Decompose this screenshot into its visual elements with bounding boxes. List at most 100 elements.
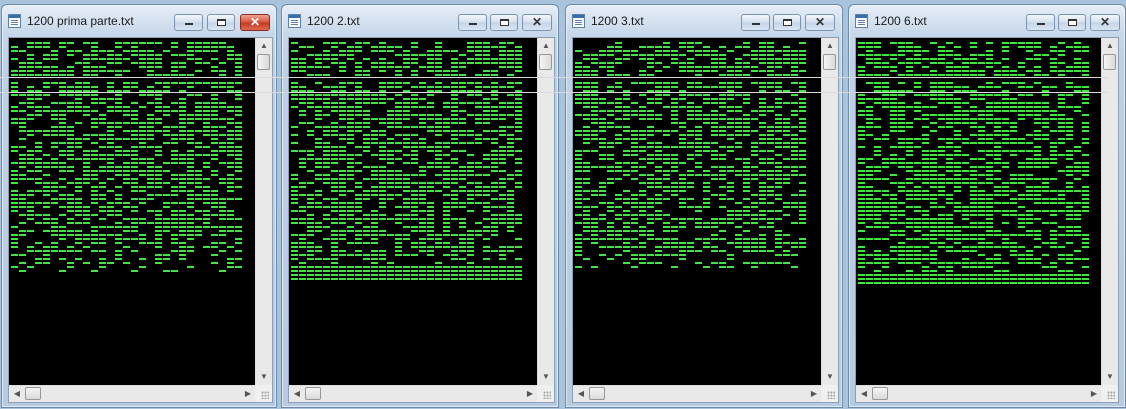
text-glyph	[163, 130, 170, 132]
text-glyph	[507, 246, 514, 248]
horizontal-scrollbar[interactable]: ◀ ▶	[573, 385, 822, 402]
text-glyph	[123, 130, 130, 132]
text-glyph	[663, 66, 670, 68]
text-glyph	[599, 146, 606, 148]
notepad-icon[interactable]	[288, 14, 301, 28]
horizontal-scrollbar[interactable]: ◀ ▶	[9, 385, 256, 402]
arrow-right-icon[interactable]: ▶	[806, 386, 822, 402]
arrow-left-icon[interactable]: ◀	[573, 386, 589, 402]
vertical-scroll-thumb[interactable]	[823, 54, 836, 70]
text-glyph	[687, 246, 694, 248]
text-glyph	[179, 130, 186, 132]
text-glyph	[631, 114, 638, 116]
notepad-icon[interactable]	[572, 14, 585, 28]
vertical-scrollbar[interactable]: ▲ ▼	[255, 38, 272, 385]
text-glyph	[347, 114, 354, 116]
arrow-up-icon[interactable]: ▲	[538, 38, 554, 54]
notepad-icon[interactable]	[855, 14, 868, 28]
arrow-down-icon[interactable]: ▼	[822, 369, 838, 385]
horizontal-scroll-thumb[interactable]	[589, 387, 605, 400]
arrow-up-icon[interactable]: ▲	[256, 38, 272, 54]
text-glyph	[331, 106, 338, 108]
text-glyph	[583, 222, 590, 224]
resize-grip[interactable]	[537, 385, 554, 402]
close-icon: ✕	[531, 15, 543, 29]
maximize-button[interactable]	[773, 14, 801, 31]
arrow-left-icon[interactable]: ◀	[289, 386, 305, 402]
text-glyph	[371, 170, 378, 172]
close-button[interactable]: ✕	[1090, 14, 1120, 31]
text-glyph	[219, 198, 226, 200]
horizontal-scroll-thumb[interactable]	[872, 387, 888, 400]
arrow-up-icon[interactable]: ▲	[1102, 38, 1118, 54]
resize-grip[interactable]	[821, 385, 838, 402]
text-glyph	[371, 222, 378, 224]
text-glyph	[946, 170, 953, 172]
notepad-window-1[interactable]: 1200 prima parte.txt ✕ ▲ ▼ ◀ ▶	[1, 4, 277, 408]
title-bar[interactable]: 1200 prima parte.txt ✕	[2, 5, 276, 37]
text-glyph	[235, 242, 242, 244]
minimize-button[interactable]	[741, 14, 770, 31]
vertical-scrollbar[interactable]: ▲ ▼	[1101, 38, 1118, 385]
text-content[interactable]	[9, 38, 255, 385]
maximize-button[interactable]	[1058, 14, 1086, 31]
editor-area[interactable]: ▲ ▼ ◀ ▶	[8, 37, 273, 403]
text-glyph	[427, 230, 434, 232]
arrow-down-icon[interactable]: ▼	[1102, 369, 1118, 385]
minimize-button[interactable]	[1026, 14, 1055, 31]
vertical-scroll-thumb[interactable]	[539, 54, 552, 70]
horizontal-scroll-thumb[interactable]	[305, 387, 321, 400]
maximize-button[interactable]	[207, 14, 235, 31]
notepad-window-3[interactable]: 1200 3.txt ✕ ▲ ▼ ◀ ▶	[565, 4, 843, 408]
notepad-window-2[interactable]: 1200 2.txt ✕ ▲ ▼ ◀ ▶	[281, 4, 559, 408]
arrow-right-icon[interactable]: ▶	[1086, 386, 1102, 402]
horizontal-scrollbar[interactable]: ◀ ▶	[289, 385, 538, 402]
close-button[interactable]: ✕	[805, 14, 835, 31]
editor-area[interactable]: ▲ ▼ ◀ ▶	[855, 37, 1119, 403]
text-glyph	[946, 202, 953, 204]
minimize-button[interactable]	[458, 14, 487, 31]
resize-grip[interactable]	[1101, 385, 1118, 402]
close-button[interactable]: ✕	[240, 14, 270, 31]
arrow-right-icon[interactable]: ▶	[522, 386, 538, 402]
text-glyph	[43, 206, 50, 208]
text-glyph	[459, 118, 466, 120]
close-button[interactable]: ✕	[522, 14, 552, 31]
resize-grip[interactable]	[255, 385, 272, 402]
text-glyph	[679, 202, 686, 204]
text-glyph	[639, 230, 646, 232]
title-bar[interactable]: 1200 6.txt ✕	[849, 5, 1125, 37]
notepad-icon[interactable]	[8, 14, 21, 28]
arrow-down-icon[interactable]: ▼	[256, 369, 272, 385]
arrow-down-icon[interactable]: ▼	[538, 369, 554, 385]
title-bar[interactable]: 1200 3.txt ✕	[566, 5, 842, 37]
minimize-button[interactable]	[174, 14, 203, 31]
text-glyph	[783, 62, 790, 64]
text-glyph	[451, 130, 458, 132]
editor-area[interactable]: ▲ ▼ ◀ ▶	[572, 37, 839, 403]
vertical-scroll-thumb[interactable]	[1103, 54, 1116, 70]
text-glyph	[427, 206, 434, 208]
vertical-scrollbar[interactable]: ▲ ▼	[821, 38, 838, 385]
text-glyph	[978, 234, 985, 236]
notepad-window-4[interactable]: 1200 6.txt ✕ ▲ ▼ ◀ ▶	[848, 4, 1126, 408]
text-glyph	[427, 126, 434, 128]
text-content[interactable]	[289, 38, 537, 385]
text-content[interactable]	[856, 38, 1101, 385]
vertical-scrollbar[interactable]: ▲ ▼	[537, 38, 554, 385]
text-glyph	[219, 86, 226, 88]
text-glyph	[179, 174, 186, 176]
text-glyph	[775, 210, 782, 212]
arrow-left-icon[interactable]: ◀	[9, 386, 25, 402]
maximize-button[interactable]	[490, 14, 518, 31]
text-glyph	[914, 146, 921, 148]
editor-area[interactable]: ▲ ▼ ◀ ▶	[288, 37, 555, 403]
vertical-scroll-thumb[interactable]	[257, 54, 270, 70]
arrow-up-icon[interactable]: ▲	[822, 38, 838, 54]
horizontal-scroll-thumb[interactable]	[25, 387, 41, 400]
arrow-left-icon[interactable]: ◀	[856, 386, 872, 402]
arrow-right-icon[interactable]: ▶	[240, 386, 256, 402]
text-content[interactable]	[573, 38, 821, 385]
title-bar[interactable]: 1200 2.txt ✕	[282, 5, 558, 37]
horizontal-scrollbar[interactable]: ◀ ▶	[856, 385, 1102, 402]
